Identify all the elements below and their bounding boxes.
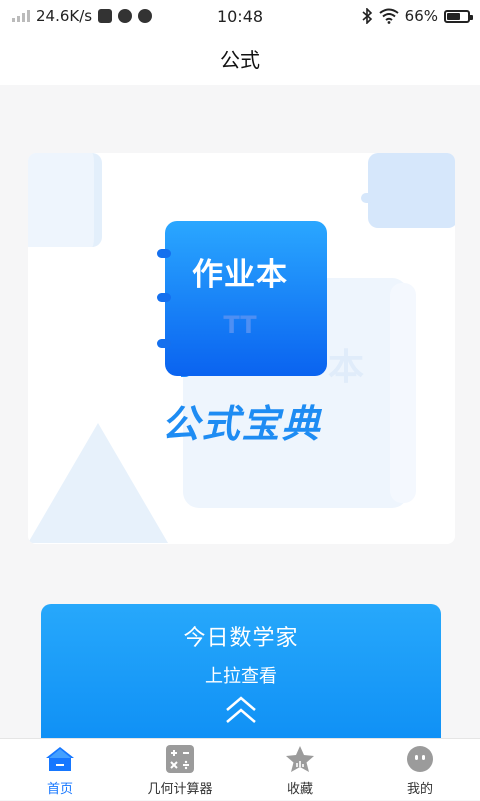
chevron-up-icon[interactable] [41,692,441,728]
star-icon [286,746,314,772]
calculator-icon [166,745,194,773]
status-right: 66% [361,0,473,32]
tab-favorites[interactable]: 收藏 [240,739,360,801]
book-title: 作业本 [192,257,288,293]
home-icon [46,747,74,771]
bluetooth-icon [362,8,372,24]
decoration-dot [361,193,375,203]
card-subtitle: 上拉查看 [205,666,277,687]
book-mark: TT [223,311,257,339]
card-title: 今日数学家 [183,626,299,651]
notebook-icon: 作业本 TT [157,221,327,376]
battery-percent: 66% [404,7,438,25]
banner-image[interactable]: 本 作业本 TT 公式宝典 [28,153,455,544]
tab-label: 收藏 [286,782,313,797]
tab-bar: 首页 几何计算器 收藏 我的 [0,738,480,800]
decoration-book-right [368,153,455,228]
profile-icon [407,746,433,772]
tab-home[interactable]: 首页 [0,739,120,801]
tab-label: 几何计算器 [147,782,213,797]
tab-label: 我的 [406,782,433,797]
wifi-icon [379,8,399,24]
decoration-ghost-text: 本 [328,347,365,388]
nav-bar: 公式 [0,32,480,85]
tab-label: 首页 [46,782,73,797]
battery-icon [444,9,473,23]
decoration-book-left [28,153,102,247]
tab-geometry-calculator[interactable]: 几何计算器 [120,739,240,801]
mathematician-card[interactable]: 今日数学家 上拉查看 [41,604,441,754]
status-bar: 24.6K/s 10:48 66% [0,0,480,32]
page-title: 公式 [220,48,260,72]
tab-profile[interactable]: 我的 [360,739,480,801]
banner-caption: 公式宝典 [161,402,322,446]
